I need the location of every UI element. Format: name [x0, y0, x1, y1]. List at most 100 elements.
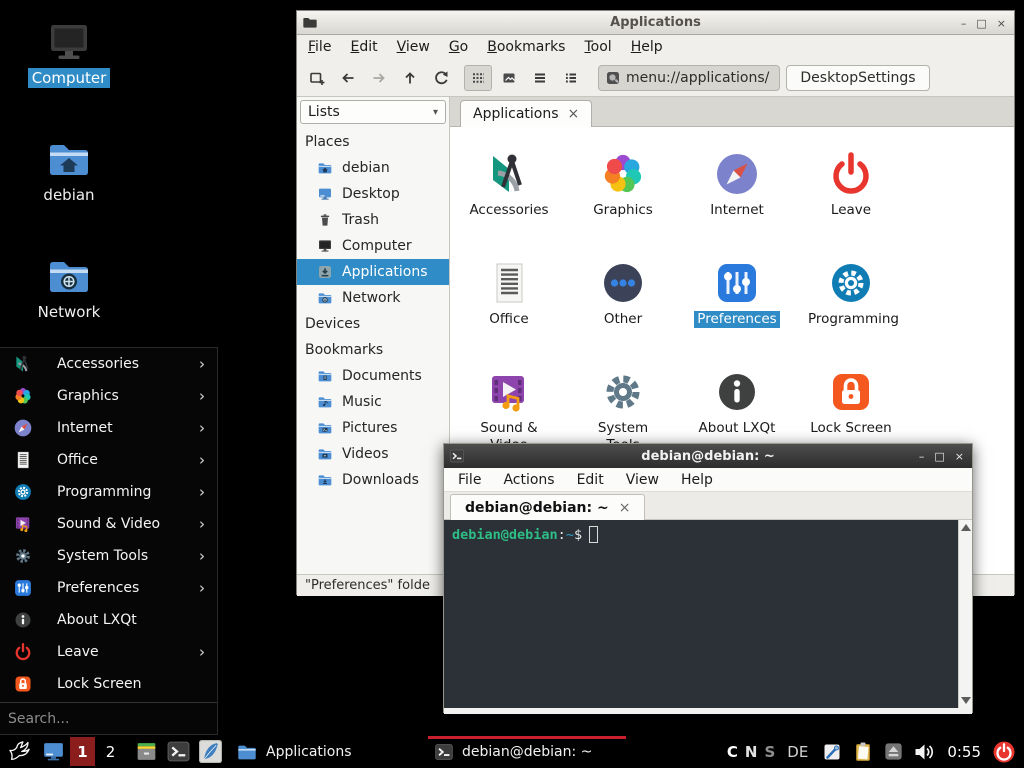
terminal-titlebar[interactable]: debian@debian: ~ – □ × [444, 444, 972, 468]
keyboard-layout-indicator[interactable]: DE [787, 743, 808, 761]
menu-actions[interactable]: Actions [503, 472, 554, 488]
sidebar-item-network[interactable]: Network [297, 285, 449, 311]
up-button[interactable] [396, 65, 424, 91]
menu-item-leave[interactable]: Leave › [0, 636, 217, 668]
icon-view-button[interactable] [464, 65, 492, 91]
app-item-accessories[interactable]: Accessories [452, 137, 566, 246]
sidebar-item-videos[interactable]: Videos [297, 441, 449, 467]
terminal-screen[interactable]: debian@debian:~$ [444, 520, 972, 708]
menu-item-accessories[interactable]: Accessories › [0, 348, 217, 380]
programming-icon [827, 259, 875, 307]
desktop-icon-computer[interactable]: Computer [21, 18, 117, 88]
menu-view[interactable]: View [626, 472, 659, 488]
main-menu-button[interactable] [4, 737, 34, 767]
menu-search-input[interactable] [0, 711, 217, 727]
leave-button[interactable] [992, 740, 1016, 764]
quicklaunch-file-manager[interactable] [132, 738, 160, 766]
app-item-graphics[interactable]: Graphics [566, 137, 680, 246]
maximize-button[interactable]: □ [976, 18, 986, 29]
desktop-icon-debian[interactable]: debian [21, 135, 117, 205]
app-item-internet[interactable]: Internet [680, 137, 794, 246]
menu-item-lock-screen[interactable]: Lock Screen [0, 668, 217, 700]
menu-edit[interactable]: Edit [577, 472, 604, 488]
sidebar-item-applications[interactable]: Applications [297, 259, 449, 285]
menu-item-sound-video[interactable]: Sound & Video › [0, 508, 217, 540]
removable-media-tray-icon[interactable] [882, 740, 905, 763]
menu-go[interactable]: Go [449, 39, 468, 55]
sidebar-item-desktop[interactable]: Desktop [297, 181, 449, 207]
app-item-other[interactable]: Other [566, 246, 680, 355]
volume-tray-icon[interactable] [912, 740, 936, 764]
terminal-tab[interactable]: debian@debian: ~ × [450, 494, 645, 520]
detailed-view-button[interactable] [557, 65, 585, 91]
maximize-button[interactable]: □ [934, 451, 944, 462]
list-view-icon [532, 70, 548, 86]
thumbnail-view-button[interactable] [495, 65, 523, 91]
sidebar-item-trash[interactable]: Trash [297, 207, 449, 233]
menu-item-preferences[interactable]: Preferences › [0, 572, 217, 604]
close-button[interactable]: × [997, 18, 1006, 29]
minimize-button[interactable]: – [919, 451, 925, 462]
menu-file[interactable]: File [458, 472, 481, 488]
compact-view-button[interactable] [526, 65, 554, 91]
sidebar-item-documents[interactable]: Documents [297, 363, 449, 389]
scroll-lock-indicator[interactable]: S [764, 743, 775, 761]
num-lock-indicator[interactable]: N [745, 743, 758, 761]
app-item-office[interactable]: Office [452, 246, 566, 355]
screenshot-tray-icon[interactable] [820, 740, 844, 764]
sidebar-mode-select[interactable]: Lists ▾ [300, 100, 446, 124]
file-manager-titlebar[interactable]: Applications – □ × [297, 11, 1014, 35]
menu-item-graphics[interactable]: Graphics › [0, 380, 217, 412]
task-applications[interactable]: Applications [230, 735, 428, 768]
menu-tool[interactable]: Tool [584, 39, 611, 55]
terminal-scrollbar[interactable] [958, 520, 972, 708]
menu-help[interactable]: Help [681, 472, 713, 488]
task-terminal[interactable]: debian@debian: ~ [428, 735, 626, 768]
menu-item-label: Office [57, 452, 98, 468]
menu-item-about-lxqt[interactable]: About LXQt [0, 604, 217, 636]
menu-bookmarks[interactable]: Bookmarks [487, 39, 565, 55]
menu-edit[interactable]: Edit [350, 39, 377, 55]
tab-close-icon[interactable]: × [619, 500, 631, 516]
sidebar-item-debian[interactable]: debian [297, 155, 449, 181]
prompt-path: ~ [566, 527, 574, 543]
applications-icon [317, 264, 333, 280]
quicklaunch-featherpad[interactable] [196, 738, 224, 766]
menu-item-system-tools[interactable]: System Tools › [0, 540, 217, 572]
menu-file[interactable]: File [308, 39, 331, 55]
caps-lock-indicator[interactable]: C [727, 743, 738, 761]
tab-close-icon[interactable]: × [568, 106, 580, 122]
new-tab-button[interactable] [303, 65, 331, 91]
quicklaunch-terminal[interactable] [164, 738, 192, 766]
clock[interactable]: 0:55 [947, 743, 981, 761]
path-crumb-desktopsettings[interactable]: DesktopSettings [786, 65, 929, 91]
app-item-preferences[interactable]: Preferences [680, 246, 794, 355]
sidebar-item-pictures[interactable]: Pictures [297, 415, 449, 441]
submenu-arrow-icon: › [199, 355, 205, 373]
clipboard-tray-icon[interactable] [851, 740, 875, 764]
app-item-programming[interactable]: Programming [794, 246, 908, 355]
minimize-button[interactable]: – [961, 18, 967, 29]
scroll-up-icon[interactable] [961, 524, 971, 531]
menu-view[interactable]: View [397, 39, 430, 55]
menu-help[interactable]: Help [631, 39, 663, 55]
back-button[interactable] [334, 65, 362, 91]
menu-item-internet[interactable]: Internet › [0, 412, 217, 444]
sidebar-item-label: Applications [342, 264, 428, 280]
forward-button[interactable] [365, 65, 393, 91]
sidebar-item-music[interactable]: Music [297, 389, 449, 415]
menu-item-programming[interactable]: Programming › [0, 476, 217, 508]
sidebar-item-computer[interactable]: Computer [297, 233, 449, 259]
show-desktop-button[interactable] [39, 738, 67, 766]
scroll-down-icon[interactable] [961, 697, 971, 704]
tab-applications[interactable]: Applications × [460, 100, 592, 127]
workspace-1-button[interactable]: 1 [70, 737, 95, 766]
reload-button[interactable] [427, 65, 455, 91]
sidebar-item-downloads[interactable]: Downloads [297, 467, 449, 493]
close-button[interactable]: × [955, 451, 964, 462]
desktop-icon-network[interactable]: Network [21, 252, 117, 322]
workspace-2-button[interactable]: 2 [98, 737, 123, 766]
app-item-leave[interactable]: Leave [794, 137, 908, 246]
path-crumb-current[interactable]: menu://applications/ [598, 65, 780, 91]
menu-item-office[interactable]: Office › [0, 444, 217, 476]
